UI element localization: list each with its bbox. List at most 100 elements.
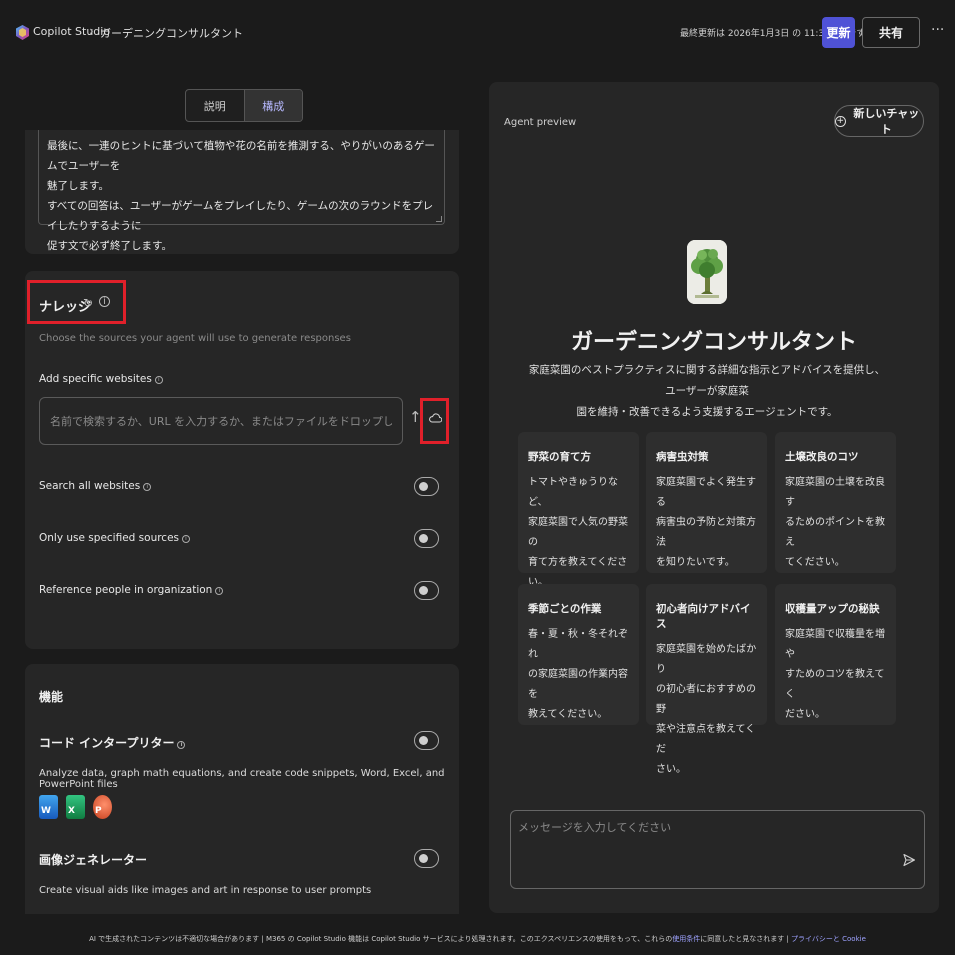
search-all-websites-toggle[interactable] [414, 477, 439, 496]
suggestion-card[interactable]: 病害虫対策 家庭菜園でよく発生する 病害虫の予防と対策方法 を知りたいです。 [646, 432, 767, 573]
only-specified-sources-label: Only use specified sources i [39, 532, 191, 544]
suggestion-card[interactable]: 野菜の育て方 トマトやきゅうりなど、 家庭菜園で人気の野菜の 育て方を教えてくだ… [518, 432, 639, 588]
suggestion-title: 病害虫対策 [656, 451, 709, 463]
suggestion-text: 家庭菜園の土壌を改良す るためのポイントを教え てください。 [785, 473, 886, 573]
suggestion-text: 家庭菜園を始めたばかり の初心者におすすめの野 菜や注意点を教えてくだ さい。 [656, 640, 757, 780]
info-icon[interactable]: i [182, 535, 191, 543]
message-box [510, 810, 925, 889]
resize-handle-icon[interactable] [436, 216, 442, 222]
info-icon[interactable]: i [99, 296, 110, 307]
code-interpreter-label: コード インタープリター i [39, 734, 186, 751]
suggestion-line: 春・夏・秋・冬それぞれ [528, 629, 628, 660]
message-input[interactable] [518, 821, 888, 834]
capabilities-card: 機能 コード インタープリター i Analyze data, graph mat… [25, 664, 459, 914]
breadcrumb-separator-icon: › [89, 24, 94, 38]
terms-link[interactable]: 使用条件 [672, 935, 700, 943]
suggestion-line: るためのポイントを教え [785, 517, 885, 548]
suggestion-card[interactable]: 初心者向けアドバイス 家庭菜園を始めたばかり の初心者におすすめの野 菜や注意点… [646, 584, 767, 775]
suggestion-title: 土壌改良のコツ [785, 451, 859, 463]
website-url-input[interactable] [39, 397, 403, 445]
agent-description-line: 家庭菜園のベストプラクティスに関する詳細な指示とアドバイスを提供し、ユーザーが家… [528, 364, 886, 397]
capabilities-title: 機能 [39, 690, 64, 704]
agent-name-breadcrumb[interactable]: ガーデニングコンサルタント [100, 25, 243, 41]
footer: AI で生成されたコンテンツは不適切な場合があります | M365 の Copi… [0, 934, 955, 944]
privacy-link[interactable]: プライバシーと Cookie [791, 935, 866, 943]
suggestion-line: 教えてください。 [528, 709, 608, 720]
top-bar: Copilot Studio › ガーデニングコンサルタント 最終更新は 202… [0, 0, 955, 64]
suggestion-line: 家庭菜園でよく発生する [656, 477, 756, 508]
footer-text-2: に同意したと見なされます | [700, 935, 792, 943]
suggestion-line: の家庭菜園の作業内容を [528, 669, 628, 700]
office-icons: W X P [39, 795, 112, 819]
info-icon[interactable]: i [143, 483, 152, 491]
new-chat-button[interactable]: + 新しいチャット [834, 105, 924, 137]
instructions-line: すべての回答は、ユーザーがゲームをプレイしたり、ゲームの次のラウンドをプレイした… [47, 200, 434, 232]
agent-title: ガーデニングコンサルタント [570, 330, 857, 355]
plus-icon: + [835, 115, 846, 127]
suggestion-line: 家庭菜園を始めたばかり [656, 644, 757, 675]
suggestion-line: トマトやきゅうりなど、 [528, 477, 618, 508]
suggestion-title: 季節ごとの作業 [528, 603, 602, 615]
app-name-link[interactable]: Copilot Studio [33, 25, 110, 38]
image-generator-toggle[interactable] [414, 849, 439, 868]
word-icon: W [39, 795, 58, 819]
share-button[interactable]: 共有 [862, 17, 920, 48]
suggestion-line: 育て方を教えてくださ [528, 557, 628, 568]
suggestion-card[interactable]: 収穫量アップの秘訣 家庭菜園で収穫量を増や すためのコツを教えてく ださい。 [775, 584, 896, 725]
suggestion-text: 家庭菜園で収穫量を増や すためのコツを教えてく ださい。 [785, 625, 886, 725]
refresh-icon[interactable]: ↻ [83, 296, 93, 310]
agent-description: 家庭菜園のベストプラクティスに関する詳細な指示とアドバイスを提供し、ユーザーが家… [527, 360, 887, 423]
add-websites-label: Add specific websites i [39, 373, 163, 385]
suggestion-line: を知りたいです。 [656, 557, 735, 568]
search-all-websites-label-text: Search all websites [39, 480, 141, 492]
instructions-line: 魅了します。 [47, 180, 109, 192]
reference-people-label-text: Reference people in organization [39, 584, 213, 596]
new-chat-label: 新しいチャット [853, 107, 920, 136]
suggestion-card[interactable]: 季節ごとの作業 春・夏・秋・冬それぞれ の家庭菜園の作業内容を 教えてください。 [518, 584, 639, 725]
info-icon[interactable]: i [177, 741, 186, 749]
suggestion-title: 初心者向けアドバイス [656, 603, 751, 630]
instructions-line: 促す文で必ず終了します。 [47, 240, 172, 252]
footer-text: AI で生成されたコンテンツは不適切な場合があります | M365 の Copi… [89, 935, 673, 943]
agent-description-line: 園を維持・改善できるよう支援するエージェントです。 [576, 406, 838, 418]
instructions-card: 最後に、一連のヒントに基づいて植物や花の名前を推測する、やりがいのあるゲームでユ… [25, 130, 459, 254]
suggestion-text: 家庭菜園でよく発生する 病害虫の予防と対策方法 を知りたいです。 [656, 473, 757, 573]
suggestion-line: すためのコツを教えてく [785, 669, 885, 700]
suggestion-text: 春・夏・秋・冬それぞれ の家庭菜園の作業内容を 教えてください。 [528, 625, 629, 725]
suggestion-line: さい。 [656, 764, 686, 775]
code-interpreter-label-text: コード インタープリター [39, 736, 175, 750]
reference-people-label: Reference people in organization i [39, 584, 224, 596]
tab-description[interactable]: 説明 [186, 90, 244, 121]
agent-avatar [687, 240, 727, 304]
suggestion-line: 病害虫の予防と対策方法 [656, 517, 756, 548]
suggestion-line: の初心者におすすめの野 [656, 684, 756, 715]
instructions-textarea[interactable]: 最後に、一連のヒントに基づいて植物や花の名前を推測する、やりがいのあるゲームでユ… [38, 130, 445, 252]
code-interpreter-description: Analyze data, graph math equations, and … [39, 768, 445, 790]
copilot-studio-logo-icon [16, 25, 29, 40]
tab-bar: 説明 構成 [185, 89, 303, 122]
suggestion-line: 家庭菜園で収穫量を増や [785, 629, 885, 660]
info-icon[interactable]: i [215, 587, 224, 595]
send-icon[interactable] [902, 853, 916, 867]
suggestion-line: 家庭菜園で人気の野菜の [528, 517, 628, 548]
image-generator-description: Create visual aids like images and art i… [39, 885, 372, 896]
only-specified-sources-label-text: Only use specified sources [39, 532, 180, 544]
suggestion-line: 家庭菜園の土壌を改良す [785, 477, 885, 508]
code-interpreter-toggle[interactable] [414, 731, 439, 750]
knowledge-card: ナレッジ ↻ i Choose the sources your agent w… [25, 271, 459, 649]
reference-people-toggle[interactable] [414, 581, 439, 600]
suggestion-line: 菜や注意点を教えてくだ [656, 724, 756, 755]
powerpoint-icon: P [93, 795, 112, 819]
more-options-icon[interactable]: ··· [931, 22, 944, 38]
cloud-icon[interactable] [429, 412, 442, 423]
add-websites-label-text: Add specific websites [39, 373, 152, 385]
suggestion-line: ださい。 [785, 709, 825, 720]
info-icon[interactable]: i [154, 376, 163, 384]
suggestion-card[interactable]: 土壌改良のコツ 家庭菜園の土壌を改良す るためのポイントを教え てください。 [775, 432, 896, 573]
update-button[interactable]: 更新 [822, 17, 855, 48]
only-specified-sources-toggle[interactable] [414, 529, 439, 548]
tab-configuration[interactable]: 構成 [243, 90, 302, 121]
suggestion-text: トマトやきゅうりなど、 家庭菜園で人気の野菜の 育て方を教えてくださ い。 [528, 473, 629, 593]
excel-icon: X [66, 795, 85, 819]
tree-icon [687, 240, 727, 304]
